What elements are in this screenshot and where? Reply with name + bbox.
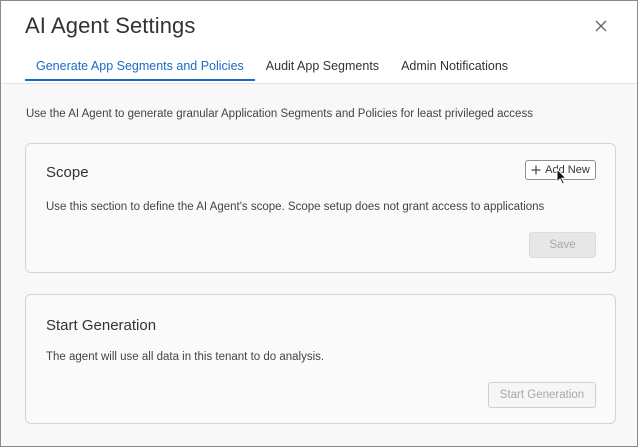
add-new-button[interactable]: Add New [525,160,596,180]
tab-audit-app-segments[interactable]: Audit App Segments [255,53,390,83]
tab-bar: Generate App Segments and Policies Audit… [25,53,519,83]
tab-admin-notifications[interactable]: Admin Notifications [390,53,519,83]
intro-text: Use the AI Agent to generate granular Ap… [26,108,533,120]
start-generation-description: The agent will use all data in this tena… [46,351,325,363]
dialog-header: AI Agent Settings Generate App Segments … [1,1,637,83]
dialog-body: Use the AI Agent to generate granular Ap… [1,84,637,446]
ai-agent-settings-dialog: AI Agent Settings Generate App Segments … [0,0,638,447]
start-generation-button[interactable]: Start Generation [488,382,596,408]
start-generation-card: Start Generation The agent will use all … [25,294,616,424]
plus-icon [531,165,541,175]
start-generation-title: Start Generation [46,317,157,334]
add-new-label: Add New [545,164,590,176]
scope-title: Scope [46,164,89,181]
tab-generate-app-segments[interactable]: Generate App Segments and Policies [25,53,255,83]
save-button[interactable]: Save [529,232,596,258]
scope-description: Use this section to define the AI Agent'… [46,201,545,213]
scope-card: Scope Add New Use this section to define… [25,143,616,273]
close-icon[interactable] [591,16,611,36]
dialog-title: AI Agent Settings [25,13,196,38]
